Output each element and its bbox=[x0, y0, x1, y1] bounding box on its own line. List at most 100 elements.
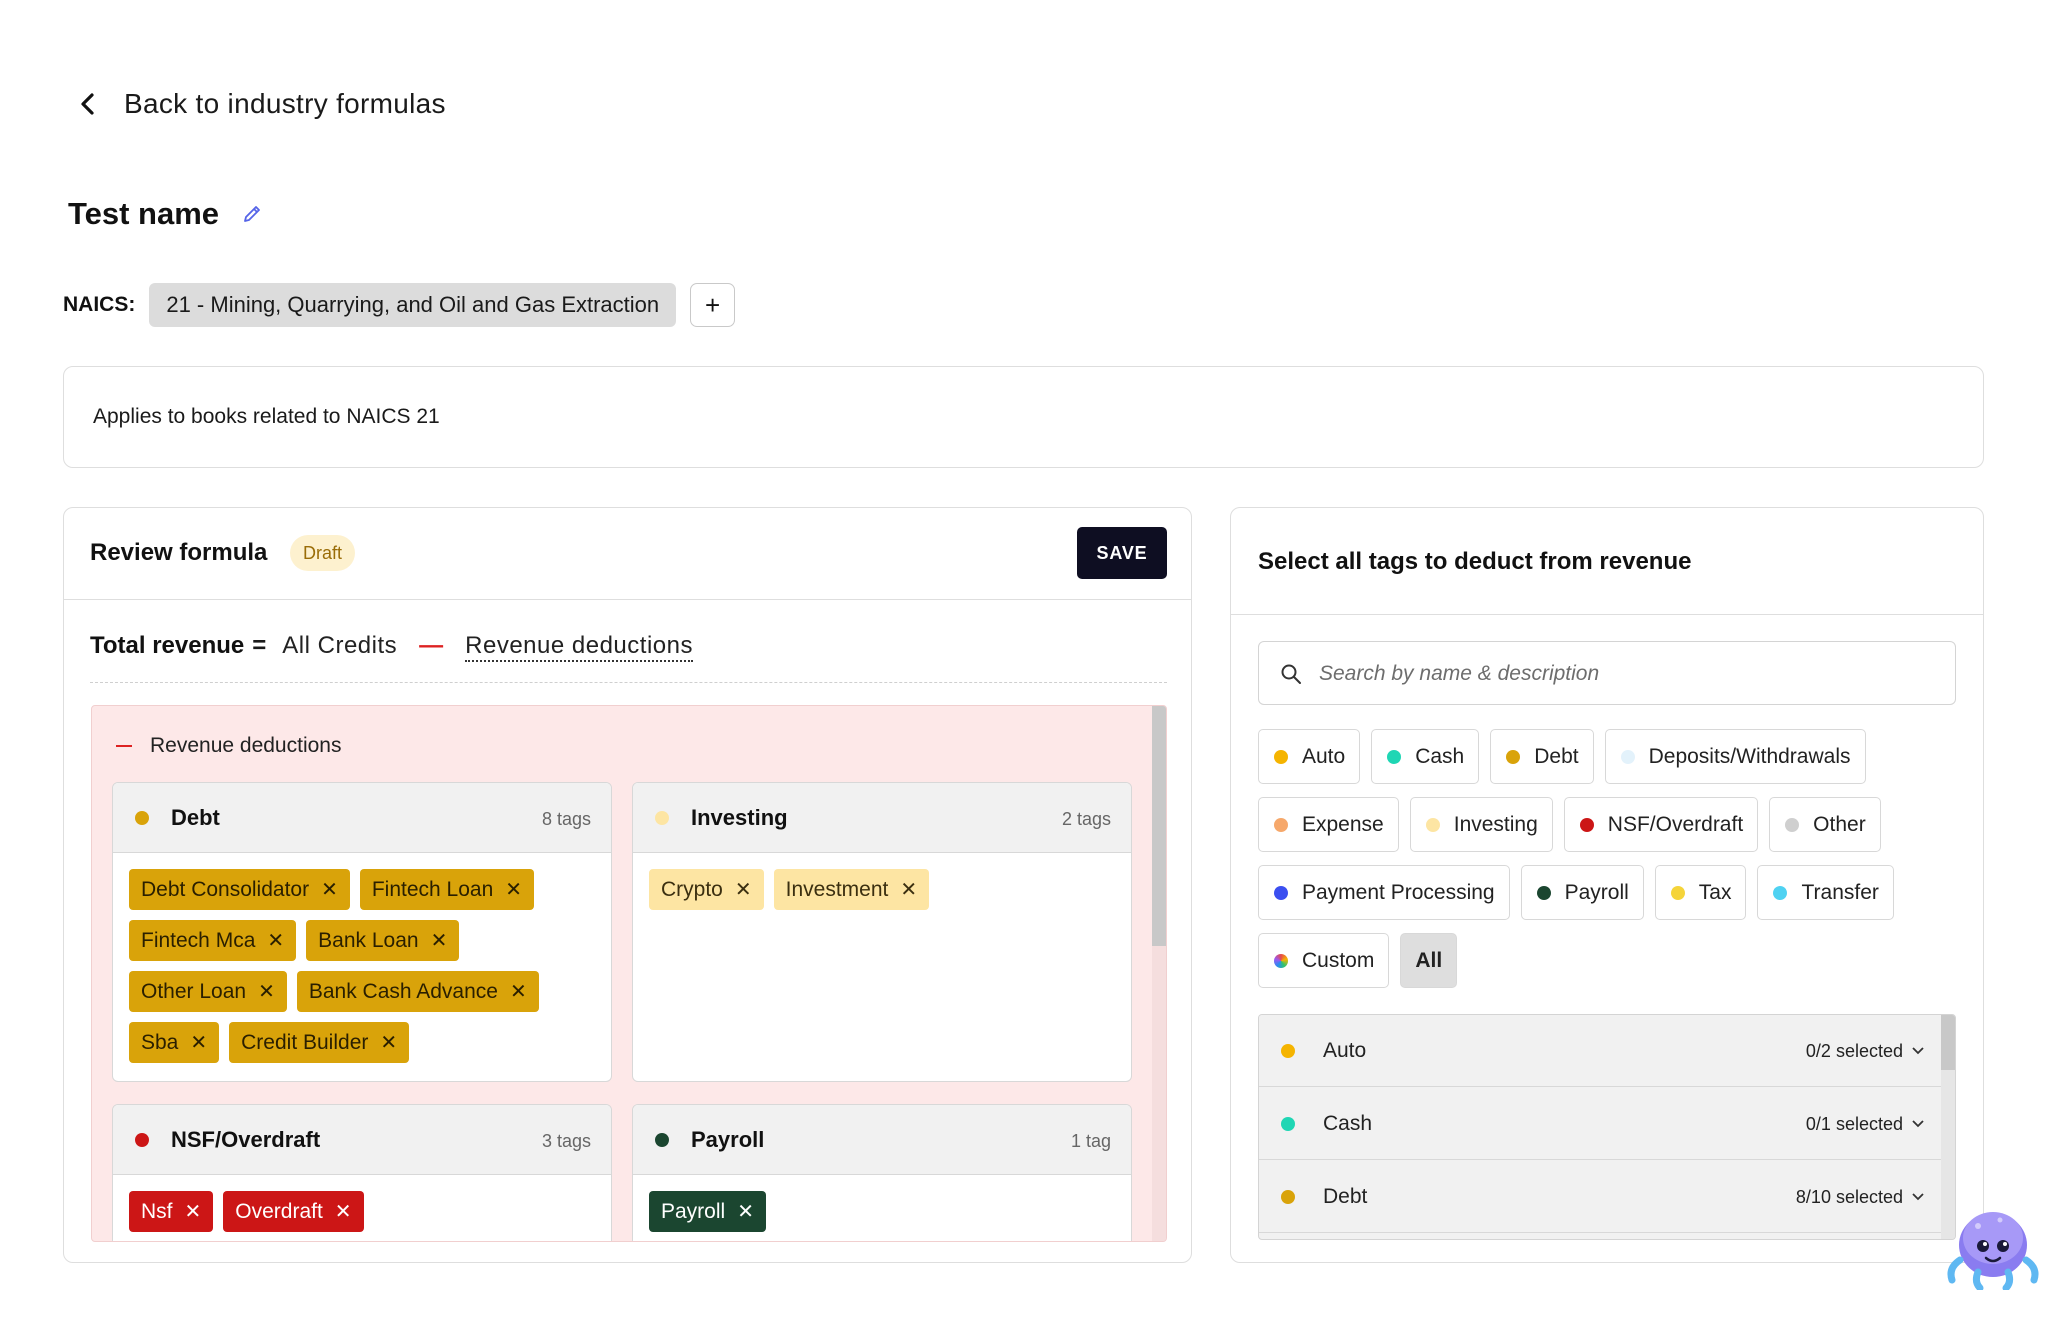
revenue-deductions-link[interactable]: Revenue deductions bbox=[465, 632, 693, 662]
tag-group-list: Auto 0/2 selected Cash 0/1 selected Debt… bbox=[1258, 1014, 1956, 1240]
formula-credits: All Credits bbox=[282, 632, 398, 659]
naics-label: NAICS: bbox=[63, 293, 136, 316]
filter-chip-deposits-withdrawals[interactable]: Deposits/Withdrawals bbox=[1604, 729, 1866, 784]
remove-tag-icon[interactable]: ✕ bbox=[190, 1033, 207, 1053]
remove-tag-icon[interactable]: ✕ bbox=[510, 982, 527, 1002]
formula-title: Test name bbox=[68, 196, 220, 231]
filter-chip-expense[interactable]: Expense bbox=[1258, 797, 1399, 852]
back-link-label: Back to industry formulas bbox=[124, 88, 446, 119]
search-box[interactable] bbox=[1258, 641, 1956, 705]
remove-tag-icon[interactable]: ✕ bbox=[431, 931, 448, 951]
tag-group-row-cash[interactable]: Cash 0/1 selected bbox=[1259, 1088, 1943, 1160]
formula-label: Total revenue bbox=[90, 632, 245, 659]
description-box[interactable]: Applies to books related to NAICS 21 bbox=[63, 366, 1984, 468]
naics-chip[interactable]: 21 - Mining, Quarrying, and Oil and Gas … bbox=[149, 283, 677, 327]
group-selected-count: 8/10 selected bbox=[1795, 1187, 1903, 1207]
category-tag-list: Nsf ✕ Overdraft ✕ bbox=[113, 1175, 611, 1232]
tag-group-row-debt[interactable]: Debt 8/10 selected bbox=[1259, 1161, 1943, 1233]
filter-label: Investing bbox=[1453, 812, 1538, 836]
add-naics-button[interactable]: + bbox=[690, 283, 736, 327]
filter-chip-custom[interactable]: Custom bbox=[1258, 933, 1390, 988]
category-tag-count: 8 tags bbox=[541, 809, 591, 829]
category-name: Debt bbox=[171, 805, 220, 830]
category-tag-count: 3 tags bbox=[541, 1131, 591, 1151]
back-link[interactable]: Back to industry formulas bbox=[78, 88, 446, 120]
filter-chip-tax[interactable]: Tax bbox=[1654, 865, 1747, 920]
filter-label: Debt bbox=[1534, 744, 1579, 768]
filter-chip-nsf-overdraft[interactable]: NSF/Overdraft bbox=[1563, 797, 1759, 852]
formula-title-row: Test name bbox=[68, 196, 263, 232]
remove-tag-icon[interactable]: ✕ bbox=[258, 982, 275, 1002]
collapse-minus-icon bbox=[116, 744, 132, 748]
remove-tag-icon[interactable]: ✕ bbox=[380, 1033, 397, 1053]
tag-filter-chips: Auto Cash Debt Deposits/Withdrawals Expe… bbox=[1258, 729, 1958, 988]
revenue-deductions-area: Revenue deductions Debt 8 tags Debt Cons… bbox=[91, 705, 1167, 1242]
remove-tag-icon[interactable]: ✕ bbox=[735, 880, 752, 900]
remove-tag-icon[interactable]: ✕ bbox=[737, 1202, 754, 1222]
scrollbar-thumb[interactable] bbox=[1152, 706, 1166, 946]
category-color-dot bbox=[135, 811, 149, 825]
save-button[interactable]: SAVE bbox=[1077, 527, 1167, 579]
filter-chip-payroll[interactable]: Payroll bbox=[1520, 865, 1644, 920]
chevron-down-icon bbox=[1912, 1047, 1924, 1055]
chevron-left-icon bbox=[81, 93, 94, 115]
formula-minus: — bbox=[419, 632, 444, 659]
review-formula-panel: Review formula Draft SAVE Total revenue … bbox=[63, 507, 1192, 1263]
filter-color-dot bbox=[1506, 749, 1521, 764]
group-color-dot bbox=[1281, 1044, 1295, 1058]
filter-chip-all[interactable]: All bbox=[1400, 933, 1458, 988]
filter-color-dot bbox=[1579, 817, 1594, 832]
filter-chip-cash[interactable]: Cash bbox=[1371, 729, 1480, 784]
category-name: NSF/Overdraft bbox=[171, 1127, 321, 1152]
tag-chip: Payroll ✕ bbox=[649, 1191, 766, 1232]
category-card-header: NSF/Overdraft 3 tags bbox=[113, 1105, 611, 1175]
category-card-payroll: Payroll 1 tag Payroll ✕ bbox=[632, 1104, 1132, 1241]
tag-chip: Fintech Loan ✕ bbox=[359, 869, 535, 910]
group-name: Cash bbox=[1323, 1112, 1373, 1135]
remove-tag-icon[interactable]: ✕ bbox=[267, 931, 284, 951]
category-color-dot bbox=[135, 1133, 149, 1147]
filter-color-dot bbox=[1274, 885, 1288, 900]
pencil-edit-icon[interactable] bbox=[241, 203, 263, 225]
tag-group-row-auto[interactable]: Auto 0/2 selected bbox=[1259, 1015, 1943, 1087]
tag-chip: Overdraft ✕ bbox=[223, 1191, 364, 1232]
remove-tag-icon[interactable]: ✕ bbox=[900, 880, 917, 900]
remove-tag-icon[interactable]: ✕ bbox=[321, 880, 338, 900]
remove-tag-icon[interactable]: ✕ bbox=[185, 1202, 202, 1222]
category-tag-count: 2 tags bbox=[1061, 809, 1111, 829]
scrollbar[interactable] bbox=[1152, 706, 1166, 1241]
category-tag-count: 1 tag bbox=[1070, 1131, 1111, 1151]
filter-chip-investing[interactable]: Investing bbox=[1409, 797, 1553, 852]
tag-label: Debt Consolidator bbox=[141, 877, 310, 901]
revenue-deductions-heading[interactable]: Revenue deductions bbox=[116, 734, 341, 758]
tag-chip: Fintech Mca ✕ bbox=[129, 920, 297, 961]
tag-chip: Investment ✕ bbox=[773, 869, 930, 910]
octopus-assistant-icon[interactable] bbox=[1938, 1190, 2048, 1290]
remove-tag-icon[interactable]: ✕ bbox=[505, 880, 522, 900]
category-name: Investing bbox=[691, 805, 788, 830]
filter-color-dot bbox=[1620, 749, 1635, 764]
category-color-dot bbox=[655, 1133, 669, 1147]
tag-chip: Crypto ✕ bbox=[649, 869, 764, 910]
remove-tag-icon[interactable]: ✕ bbox=[335, 1202, 352, 1222]
category-card-header: Payroll 1 tag bbox=[633, 1105, 1131, 1175]
filter-chip-other[interactable]: Other bbox=[1769, 797, 1881, 852]
filter-chip-auto[interactable]: Auto bbox=[1258, 729, 1361, 784]
tag-label: Bank Cash Advance bbox=[308, 979, 498, 1003]
naics-row: NAICS: 21 - Mining, Quarrying, and Oil a… bbox=[63, 283, 736, 327]
filter-label: Other bbox=[1813, 812, 1866, 836]
tag-chip: Sba ✕ bbox=[129, 1022, 220, 1063]
group-color-dot bbox=[1281, 1190, 1295, 1204]
search-icon bbox=[1281, 664, 1301, 684]
filter-chip-debt[interactable]: Debt bbox=[1490, 729, 1594, 784]
review-formula-header: Review formula Draft SAVE bbox=[64, 508, 1191, 600]
filter-label: Cash bbox=[1415, 744, 1465, 768]
filter-chip-transfer[interactable]: Transfer bbox=[1757, 865, 1894, 920]
filter-label: Transfer bbox=[1801, 880, 1879, 904]
search-input[interactable] bbox=[1319, 654, 1919, 694]
filter-chip-payment-processing[interactable]: Payment Processing bbox=[1258, 865, 1510, 920]
tag-label: Nsf bbox=[141, 1199, 173, 1223]
divider bbox=[90, 682, 1167, 683]
tag-label: Investment bbox=[785, 877, 889, 901]
scrollbar-thumb[interactable] bbox=[1941, 1015, 1955, 1070]
